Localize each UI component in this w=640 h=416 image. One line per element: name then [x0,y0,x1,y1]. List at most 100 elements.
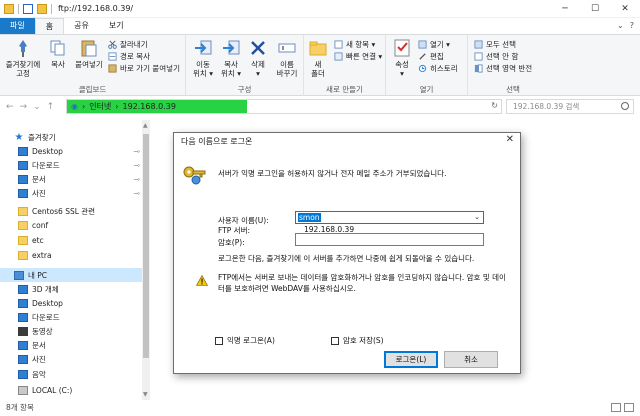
pin-icon[interactable]: ⊸ [133,189,140,198]
tab-file[interactable]: 파일 [0,18,35,34]
logon-button[interactable]: 로그온(L) [384,351,438,368]
refresh-icon[interactable]: ↻ [491,101,498,110]
username-field[interactable]: smon ⌄ [295,211,484,224]
up-arrow-icon[interactable]: ↑ [47,102,55,112]
sidebar-item-label: 내 PC [28,270,48,280]
easy-access-icon [334,52,343,61]
search-box[interactable]: 192.168.0.39 검색 [506,99,634,114]
move-to-button[interactable]: 이동 위치 ▾ [190,38,216,78]
sidebar-item[interactable]: Desktop [0,296,142,310]
chevron-down-icon[interactable]: ⌄ [617,21,624,30]
item-count: 8개 항목 [6,403,34,412]
dialog-close-button[interactable]: ✕ [506,134,514,145]
close-button[interactable]: ✕ [610,0,640,18]
pin-icon[interactable]: ⊸ [133,161,140,170]
properties-quick-icon[interactable] [23,3,33,14]
breadcrumb-separator: › [115,102,119,111]
key-icon [183,166,206,185]
help-icon[interactable]: ? [630,21,634,30]
pin-icon[interactable]: ⊸ [133,147,140,156]
sidebar-item[interactable]: extra [0,248,142,262]
maximize-button[interactable]: ☐ [580,0,610,18]
chevron-down-icon[interactable]: ⌄ [474,213,480,221]
select-none-button[interactable]: 선택 안 함 [474,51,518,62]
sidebar-item[interactable]: 다운로드 ⊸ [0,158,142,172]
sidebar-item[interactable]: ★ 즐겨찾기 [0,130,142,144]
rename-button[interactable]: 이름 바꾸기 [272,38,302,78]
new-folder-button[interactable]: 새 폴더 [306,38,330,78]
clipboard-group: 즐겨찾기에 고정 복사 붙여넣기 잘라내기 경로 복사 바로 가기 붙여넣기 클… [0,35,186,97]
easy-access-button[interactable]: 빠른 연결 ▾ [334,51,382,62]
select-all-button[interactable]: 모두 선택 [474,39,516,50]
password-field[interactable] [295,233,484,246]
open-button[interactable]: 열기 ▾ [418,39,450,50]
scroll-up-arrow-icon[interactable]: ▲ [143,122,148,129]
sidebar-item[interactable]: 3D 개체 [0,282,142,296]
history-button[interactable]: 히스토리 [418,63,458,74]
select-group-label: 선택 [506,85,520,94]
sidebar-item[interactable]: 문서 ⊸ [0,172,142,186]
paste-shortcut-label: 바로 가기 붙여넣기 [120,64,180,73]
properties-button[interactable]: 속성 ▾ [390,38,414,78]
edit-button[interactable]: 편집 [418,51,444,62]
sidebar-item-label: 즐겨찾기 [28,132,56,142]
tab-home[interactable]: 홈 [34,18,65,34]
pin-to-quick-access-button[interactable]: 즐겨찾기에 고정 [3,38,43,78]
sidebar-item[interactable]: 문서 [0,338,142,352]
copy-icon [50,40,65,56]
nav-scrollbar[interactable]: ▲ ▼ [142,120,150,400]
paste-shortcut-button[interactable]: 바로 가기 붙여넣기 [108,63,180,74]
copy-to-button[interactable]: 복사 위치 ▾ [218,38,244,78]
scroll-down-arrow-icon[interactable]: ▼ [143,391,148,398]
sidebar-item[interactable]: etc [0,233,142,247]
forward-arrow-icon[interactable]: → [20,102,28,112]
dialog-hint: 로그온한 다음, 즐겨찾기에 이 서버를 추가하면 나중에 쉽게 되돌아올 수 … [218,254,475,263]
tab-share[interactable]: 공유 [64,18,99,34]
copy-path-button[interactable]: 경로 복사 [108,51,150,62]
username-value: smon [298,213,321,222]
address-bar[interactable]: ◉ › 인터넷 › 192.168.0.39 ↻ [66,99,502,114]
tab-view[interactable]: 보기 [99,18,134,34]
organize-group-label: 구성 [237,85,252,94]
details-view-icon[interactable] [611,403,621,412]
copy-button[interactable]: 복사 [46,38,70,69]
anonymous-logon-checkbox[interactable]: 익명 로그온(A) [215,335,275,346]
invert-selection-button[interactable]: 선택 영역 반전 [474,63,532,74]
paste-button[interactable]: 붙여넣기 [72,38,106,69]
sidebar-item[interactable]: 사진 [0,352,142,366]
documents-icon [18,174,28,184]
scrollbar-thumb[interactable] [143,134,149,358]
breadcrumb-internet[interactable]: 인터넷 [89,101,111,112]
sidebar-item-label: 문서 [32,174,46,184]
sidebar-item[interactable]: LOCAL (C:) [0,383,142,397]
sidebar-item[interactable]: Centos6 SSL 관련 [0,204,142,218]
paste-shortcut-icon [108,64,117,73]
pin-icon[interactable]: ⊸ [133,175,140,184]
sidebar-item[interactable]: 동영상 [0,324,142,338]
cut-button[interactable]: 잘라내기 [108,39,148,50]
sidebar-item[interactable]: 음악 [0,367,142,381]
sidebar-item[interactable]: Desktop ⊸ [0,144,142,158]
sidebar-item-label: 다운로드 [32,312,60,322]
new-item-button[interactable]: 새 항목 ▾ [334,39,375,50]
breadcrumb: ◉ › 인터넷 › 192.168.0.39 [67,101,176,112]
select-none-label: 선택 안 함 [486,52,519,61]
delete-button[interactable]: 삭제 ▾ [246,38,270,78]
minimize-button[interactable]: ─ [550,0,580,18]
sidebar-item-label: Desktop [32,146,63,156]
username-label-text: 사용자 이름(U): [218,216,269,225]
save-password-checkbox[interactable]: 암호 저장(S) [331,335,384,346]
checkbox-box[interactable] [215,336,223,345]
folder-icon [4,3,14,14]
cancel-button[interactable]: 취소 [444,351,498,368]
sidebar-item[interactable]: 사진 ⊸ [0,186,142,200]
breadcrumb-host[interactable]: 192.168.0.39 [122,102,175,111]
new-folder-quick-icon[interactable] [37,3,47,14]
large-icons-view-icon[interactable] [624,403,634,412]
back-arrow-icon[interactable]: ← [6,102,14,112]
sidebar-item[interactable]: 다운로드 [0,310,142,324]
recent-chevron-icon[interactable]: ⌄ [33,102,41,112]
checkbox-box[interactable] [331,336,339,345]
sidebar-item[interactable]: conf [0,218,142,232]
sidebar-item[interactable]: 내 PC [0,268,142,282]
